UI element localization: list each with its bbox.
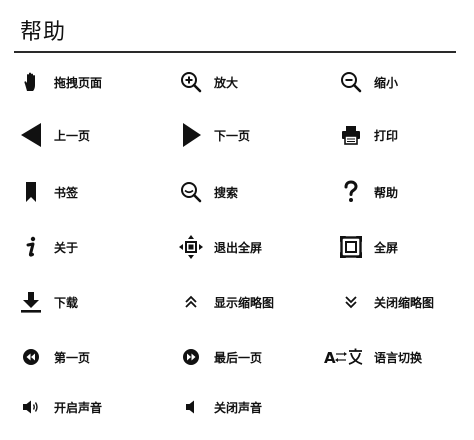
help-item-label: 上一页 — [54, 128, 91, 143]
help-item-about[interactable]: 关于 — [18, 233, 78, 261]
page-title: 帮助 — [20, 20, 67, 45]
svg-text:A: A — [324, 349, 336, 367]
triangle-left-icon — [18, 122, 44, 148]
info-icon — [18, 234, 44, 260]
zoom-in-icon — [178, 69, 204, 95]
question-icon — [338, 179, 364, 205]
help-item-fullscreen[interactable]: 全屏 — [338, 233, 398, 261]
help-item-drag-page[interactable]: 拖拽页面 — [18, 68, 102, 96]
help-item-exit-fullscreen[interactable]: 退出全屏 — [178, 233, 262, 261]
help-item-label: 缩小 — [374, 75, 399, 90]
zoom-out-icon — [338, 69, 364, 95]
help-item-label: 开启声音 — [54, 400, 103, 415]
help-item-next-page[interactable]: 下一页 — [178, 121, 250, 149]
help-item-download[interactable]: 下载 — [18, 288, 78, 316]
help-item-label: 显示缩略图 — [214, 295, 275, 310]
chevron-up-double-icon — [178, 289, 204, 315]
help-item-search[interactable]: 搜索 — [178, 178, 238, 206]
help-item-hide-thumbnails[interactable]: 关闭缩略图 — [338, 288, 434, 316]
chevron-down-double-icon — [338, 289, 364, 315]
help-item-label: 退出全屏 — [214, 240, 263, 255]
help-item-label: 下载 — [54, 295, 79, 310]
help-item-sound-off[interactable]: 关闭声音 — [178, 393, 262, 421]
help-item-sound-on[interactable]: 开启声音 — [18, 393, 102, 421]
help-item-label: 关于 — [54, 240, 79, 255]
help-item-label: 全屏 — [374, 240, 399, 255]
last-page-icon — [178, 344, 204, 370]
help-item-bookmark[interactable]: 书签 — [18, 178, 78, 206]
help-item-label: 关闭缩略图 — [374, 295, 435, 310]
help-item-previous-page[interactable]: 上一页 — [18, 121, 90, 149]
help-item-help[interactable]: 帮助 — [338, 178, 398, 206]
help-item-label: 语言切换 — [374, 350, 423, 365]
help-item-print[interactable]: 打印 — [338, 121, 398, 149]
volume-on-icon — [18, 394, 44, 420]
help-item-label: 搜索 — [214, 185, 239, 200]
help-item-language-switch[interactable]: A 语言切换 — [324, 343, 422, 371]
bookmark-icon — [18, 179, 44, 205]
first-page-icon — [18, 344, 44, 370]
help-item-label: 关闭声音 — [214, 400, 263, 415]
volume-off-icon — [178, 394, 204, 420]
download-icon — [18, 289, 44, 315]
help-item-label: 放大 — [214, 75, 239, 90]
help-item-label: 帮助 — [374, 185, 399, 200]
help-item-zoom-out[interactable]: 缩小 — [338, 68, 398, 96]
help-item-first-page[interactable]: 第一页 — [18, 343, 90, 371]
help-item-label: 第一页 — [54, 350, 91, 365]
title-divider — [14, 51, 456, 53]
help-item-label: 书签 — [54, 185, 79, 200]
triangle-right-icon — [178, 122, 204, 148]
help-item-zoom-in[interactable]: 放大 — [178, 68, 238, 96]
hand-icon — [18, 69, 44, 95]
language-switch-icon: A — [324, 344, 364, 370]
search-icon — [178, 179, 204, 205]
exit-fullscreen-icon — [178, 234, 204, 260]
help-item-label: 下一页 — [214, 128, 251, 143]
help-item-label: 打印 — [374, 128, 399, 143]
help-item-last-page[interactable]: 最后一页 — [178, 343, 262, 371]
help-item-show-thumbnails[interactable]: 显示缩略图 — [178, 288, 274, 316]
printer-icon — [338, 122, 364, 148]
help-item-label: 最后一页 — [214, 350, 263, 365]
fullscreen-icon — [338, 234, 364, 260]
help-item-label: 拖拽页面 — [54, 75, 103, 90]
